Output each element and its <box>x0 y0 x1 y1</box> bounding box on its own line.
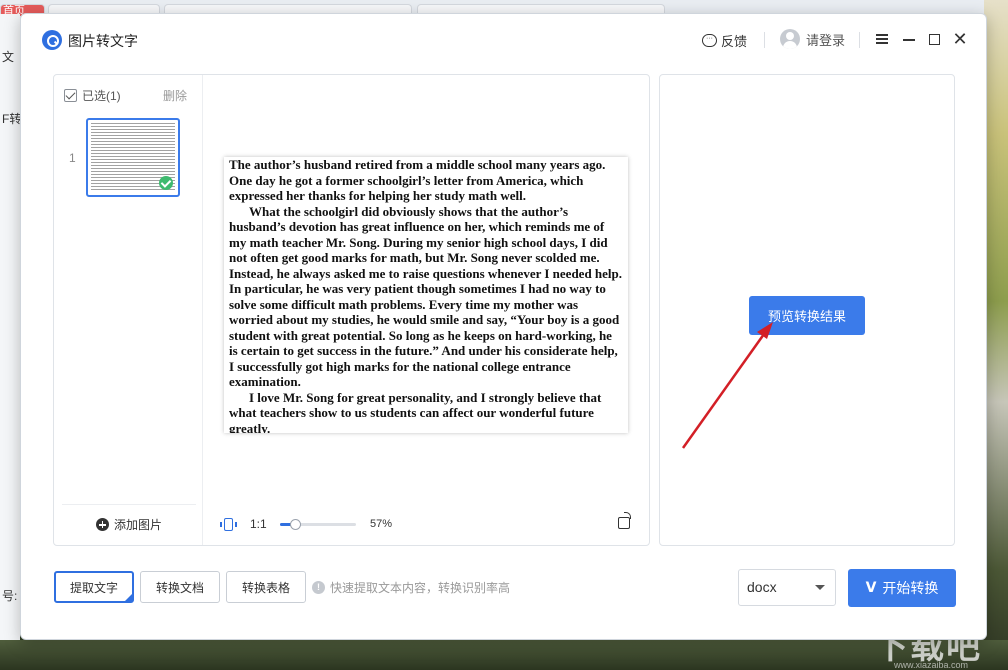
convert-table-button[interactable]: 转换表格 <box>226 571 306 603</box>
paragraph: I love Mr. Song for great personality, a… <box>229 389 602 434</box>
info-icon: ! <box>312 581 325 594</box>
thumbnail-index: 1 <box>69 151 76 165</box>
menu-button[interactable] <box>871 28 893 50</box>
format-value: docx <box>747 579 777 595</box>
paragraph: The author’s husband retired from a midd… <box>229 157 606 203</box>
maximize-button[interactable] <box>923 28 945 50</box>
divider <box>764 32 765 48</box>
hamburger-icon <box>876 42 888 44</box>
login-button[interactable]: 请登录 <box>780 29 845 49</box>
select-all-checkbox[interactable]: 已选(1) <box>64 87 121 104</box>
desktop-wallpaper <box>984 0 1008 670</box>
login-label: 请登录 <box>806 32 846 48</box>
desktop-wallpaper-bottom <box>0 640 1008 670</box>
watermark-url: www.xiazaiba.com <box>893 660 968 670</box>
thumbnail-item[interactable] <box>86 118 180 197</box>
feedback-label: 反馈 <box>721 34 748 49</box>
avatar-icon <box>780 29 800 49</box>
check-icon <box>159 176 173 190</box>
thumbnail-column: 已选(1) 删除 1 添加图片 <box>54 75 203 545</box>
output-format-select[interactable]: docx <box>738 569 836 606</box>
hamburger-icon <box>876 34 888 36</box>
browser-tab-bar: 首页 <box>0 0 1008 17</box>
hint-text: 快速提取文本内容，转换识别率高 <box>330 581 511 595</box>
background-app-strip: 文 F转 号: 1 <box>0 14 27 670</box>
start-convert-label: 开始转换 <box>882 580 939 596</box>
document-preview: The author’s husband retired from a midd… <box>224 157 628 433</box>
convert-document-button[interactable]: 转换文档 <box>140 571 220 603</box>
title-bar: 图片转文字 ··· 反馈 请登录 ✕ <box>21 14 986 66</box>
minimize-button[interactable] <box>898 28 920 50</box>
feedback-button[interactable]: ··· 反馈 <box>702 31 747 50</box>
chat-bubble-icon: ··· <box>702 34 717 47</box>
checkbox-icon <box>64 89 77 102</box>
close-button[interactable]: ✕ <box>949 28 971 50</box>
zoom-slider[interactable] <box>280 519 356 530</box>
preview-result-button[interactable]: 预览转换结果 <box>749 296 865 335</box>
vip-icon: V <box>865 580 877 596</box>
fit-width-icon[interactable] <box>220 518 237 531</box>
background-text: F转 <box>2 112 22 126</box>
zoom-toolbar: 1:1 57% <box>220 512 642 535</box>
add-image-button[interactable]: 添加图片 <box>62 504 196 544</box>
app-window: 图片转文字 ··· 反馈 请登录 ✕ 已选(1) 删除 1 添加图片 The a… <box>20 13 987 640</box>
delete-button[interactable]: 删除 <box>163 87 187 104</box>
extract-text-button[interactable]: 提取文字 <box>54 571 134 603</box>
paragraph: What the schoolgirl did obviously shows … <box>229 203 623 390</box>
zoom-percent: 57% <box>370 518 393 530</box>
add-image-label: 添加图片 <box>113 518 162 532</box>
background-text: 文 <box>2 50 15 64</box>
document-text: The author’s husband retired from a midd… <box>229 157 623 433</box>
divider <box>859 32 860 48</box>
rotate-icon[interactable] <box>618 512 631 529</box>
actual-size-button[interactable]: 1:1 <box>250 517 267 531</box>
app-title: 图片转文字 <box>68 33 138 49</box>
plus-circle-icon <box>95 518 109 531</box>
image-panel: 已选(1) 删除 1 添加图片 The author’s husband ret… <box>53 74 650 546</box>
selected-count-label: 已选(1) <box>82 89 121 103</box>
hamburger-icon <box>876 38 888 40</box>
app-logo-icon <box>42 30 62 50</box>
chevron-down-icon <box>815 585 825 590</box>
start-convert-button[interactable]: V 开始转换 <box>848 569 956 607</box>
result-panel: 预览转换结果 <box>659 74 955 546</box>
mode-hint: ! 快速提取文本内容，转换识别率高 <box>312 579 510 596</box>
zoom-slider-handle[interactable] <box>290 519 302 530</box>
